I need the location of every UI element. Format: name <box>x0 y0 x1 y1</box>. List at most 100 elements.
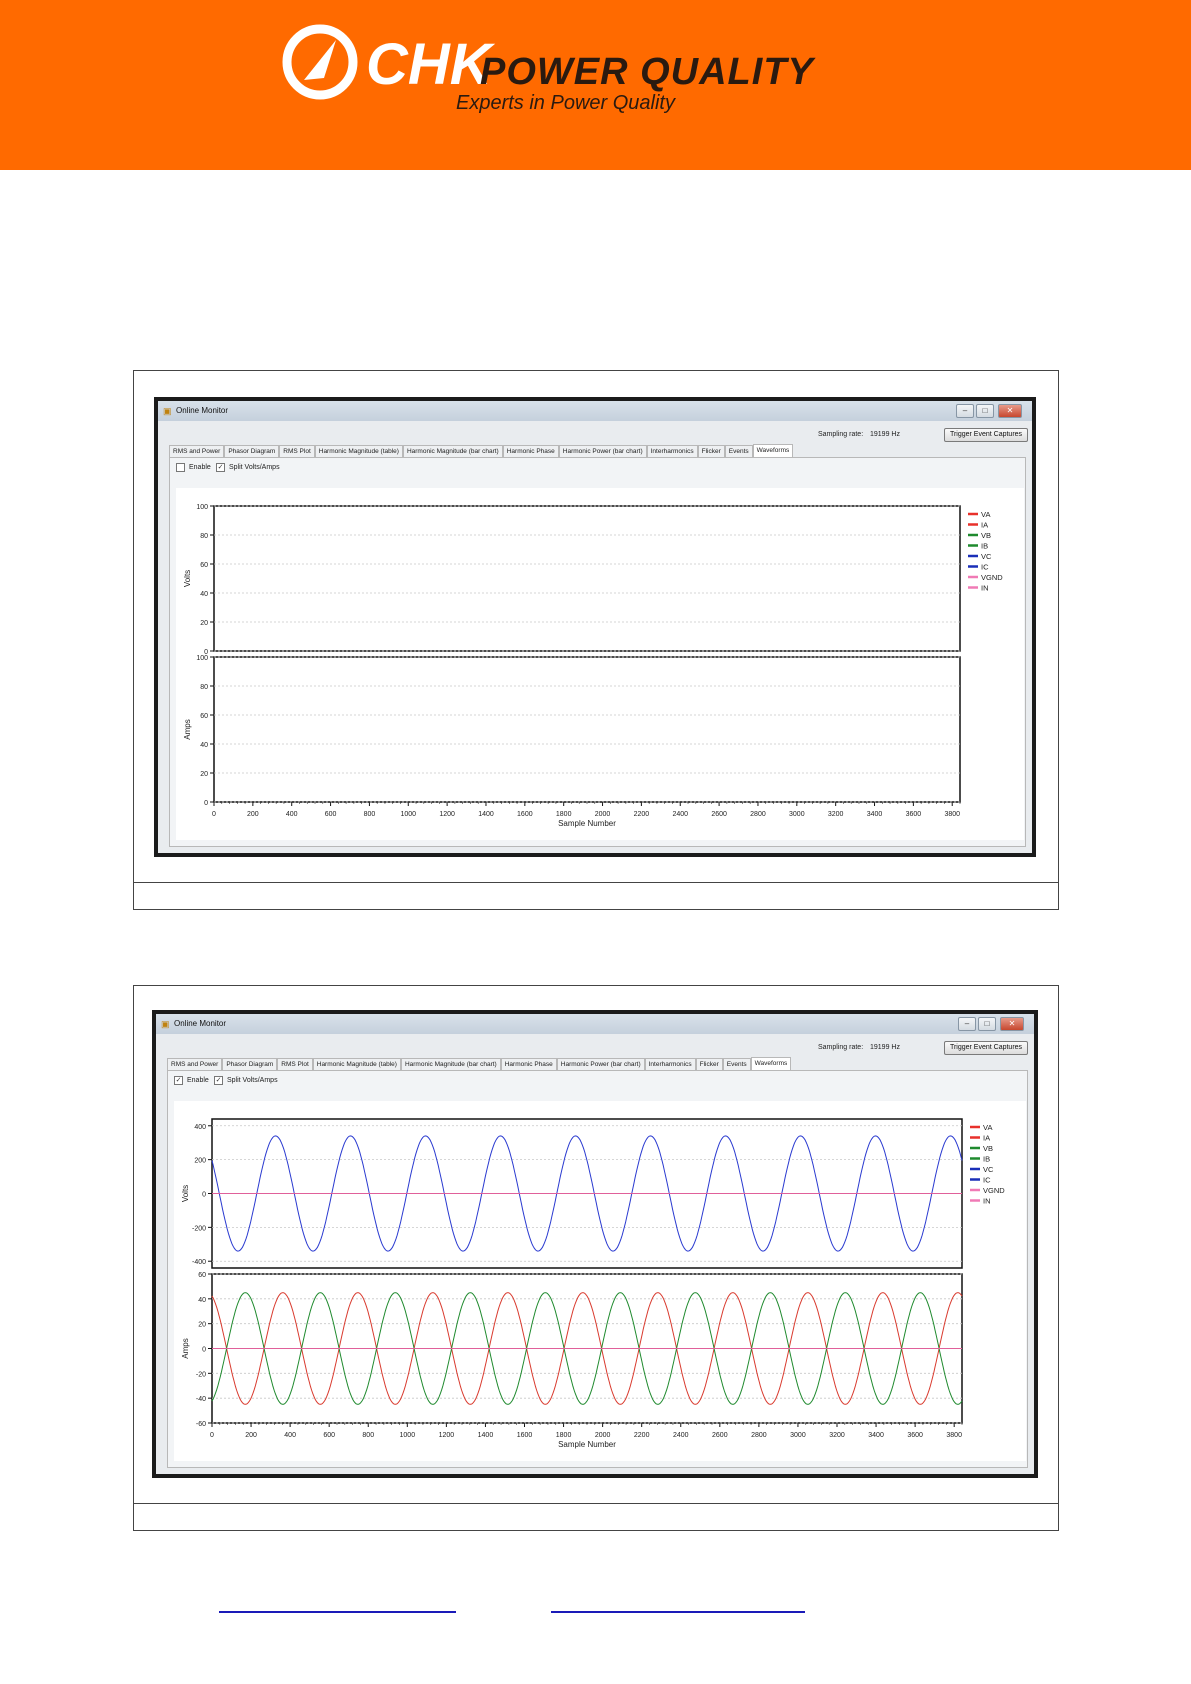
figure-caption-1 <box>134 882 1058 909</box>
tab-waveforms[interactable]: Waveforms <box>750 1057 792 1070</box>
panel-frame-1 <box>213 656 961 803</box>
tab-harmonic-magnitude-bar[interactable]: Harmonic Magnitude (bar chart) <box>402 445 503 457</box>
tab-phasor-diagram[interactable]: Phasor Diagram <box>222 1058 278 1070</box>
y-tick-label: 60 <box>198 1272 206 1279</box>
sampling-rate-label: Sampling rate: <box>818 1044 864 1051</box>
split-checkbox-box[interactable]: ✓ <box>216 463 225 472</box>
enable-checkbox[interactable]: Enable <box>176 463 211 472</box>
panel-frame-0 <box>213 505 961 652</box>
split-volts-amps-checkbox[interactable]: ✓ Split Volts/Amps <box>214 1076 278 1085</box>
x-tick-label: 0 <box>212 811 216 818</box>
y-tick-label: 60 <box>200 562 208 569</box>
window-titlebar[interactable]: ▣ Online Monitor – □ ✕ <box>158 401 1032 421</box>
x-axis-label: Sample Number <box>558 1440 616 1449</box>
minimize-icon[interactable]: – <box>956 404 974 418</box>
legend-label-IB: IB <box>983 1155 990 1164</box>
tab-harmonic-power-bar[interactable]: Harmonic Power (bar chart) <box>556 1058 645 1070</box>
tab-harmonic-phase[interactable]: Harmonic Phase <box>502 445 559 457</box>
y-tick-label: 100 <box>196 655 208 662</box>
app-window-2: ▣ Online Monitor – □ ✕ Sampling rate: 19… <box>152 1010 1038 1478</box>
x-tick-label: 0 <box>210 1432 214 1439</box>
tab-rms-plot[interactable]: RMS Plot <box>277 1058 313 1070</box>
tab-bar: RMS and Power Phasor Diagram RMS Plot Ha… <box>169 444 794 457</box>
tab-harmonic-phase[interactable]: Harmonic Phase <box>500 1058 557 1070</box>
y-tick-label: 80 <box>200 533 208 540</box>
close-icon[interactable]: ✕ <box>1000 1017 1024 1031</box>
y-axis-label: Volts <box>181 1185 190 1202</box>
legend-label-VC: VC <box>981 552 992 561</box>
x-tick-label: 1400 <box>478 811 494 818</box>
maximize-icon[interactable]: □ <box>978 1017 996 1031</box>
enable-checkbox-box[interactable]: ✓ <box>174 1076 183 1085</box>
x-tick-label: 1200 <box>439 811 455 818</box>
enable-checkbox[interactable]: ✓ Enable <box>174 1076 209 1085</box>
x-tick-label: 2200 <box>634 1432 650 1439</box>
tab-flicker[interactable]: Flicker <box>697 445 725 457</box>
tab-harmonic-magnitude-table[interactable]: Harmonic Magnitude (table) <box>312 1058 401 1070</box>
split-checkbox-box[interactable]: ✓ <box>214 1076 223 1085</box>
waveforms-panel: Enable ✓ Split Volts/Amps 0 20 40 60 80 100 Vo… <box>169 457 1026 847</box>
maximize-icon[interactable]: □ <box>976 404 994 418</box>
trigger-event-captures-button[interactable]: Trigger Event Captures <box>944 1041 1028 1055</box>
y-tick-label: 0 <box>202 1192 206 1199</box>
y-tick-label: 40 <box>200 742 208 749</box>
tab-waveforms[interactable]: Waveforms <box>752 444 794 457</box>
close-icon[interactable]: ✕ <box>998 404 1022 418</box>
x-tick-label: 1600 <box>517 1432 533 1439</box>
footer-link-2[interactable] <box>551 1611 805 1613</box>
legend-label-VGND: VGND <box>981 573 1003 582</box>
window-title: Online Monitor <box>174 1019 227 1028</box>
x-tick-label: 2400 <box>673 1432 689 1439</box>
app-window-1: ▣ Online Monitor – □ ✕ Sampling rate: 19… <box>154 397 1036 857</box>
x-tick-label: 1800 <box>556 1432 572 1439</box>
tab-phasor-diagram[interactable]: Phasor Diagram <box>224 445 280 457</box>
legend-label-VA: VA <box>983 1123 992 1132</box>
x-tick-label: 3200 <box>829 1432 845 1439</box>
legend-label-VB: VB <box>981 531 991 540</box>
x-tick-label: 400 <box>284 1432 296 1439</box>
tab-events[interactable]: Events <box>722 1058 751 1070</box>
window-titlebar[interactable]: ▣ Online Monitor – □ ✕ <box>156 1014 1034 1034</box>
x-tick-label: 2600 <box>712 1432 728 1439</box>
x-tick-label: 800 <box>362 1432 374 1439</box>
x-tick-label: 2400 <box>672 811 688 818</box>
x-tick-label: 200 <box>245 1432 257 1439</box>
x-tick-label: 3600 <box>907 1432 923 1439</box>
tab-interharmonics[interactable]: Interharmonics <box>646 445 698 457</box>
x-tick-label: 3400 <box>868 1432 884 1439</box>
tab-events[interactable]: Events <box>724 445 753 457</box>
trigger-event-captures-button[interactable]: Trigger Event Captures <box>944 428 1028 442</box>
tab-rms-and-power[interactable]: RMS and Power <box>167 1058 223 1070</box>
tab-rms-plot[interactable]: RMS Plot <box>279 445 315 457</box>
legend-label-IN: IN <box>981 584 989 593</box>
chk-logo: CHK POWER QUALITY Experts in Power Quali… <box>282 24 816 114</box>
x-tick-label: 2800 <box>750 811 766 818</box>
window-title: Online Monitor <box>176 406 229 415</box>
x-tick-label: 3800 <box>944 811 960 818</box>
y-tick-label: -40 <box>196 1396 206 1403</box>
figure-caption-2 <box>134 1503 1058 1530</box>
x-tick-label: 1000 <box>400 811 416 818</box>
x-tick-label: 3200 <box>828 811 844 818</box>
figure-box-2: ▣ Online Monitor – □ ✕ Sampling rate: 19… <box>133 985 1059 1531</box>
y-tick-label: -20 <box>196 1371 206 1378</box>
tab-rms-and-power[interactable]: RMS and Power <box>169 445 225 457</box>
y-axis-label: Amps <box>181 1338 190 1358</box>
tab-interharmonics[interactable]: Interharmonics <box>644 1058 696 1070</box>
minimize-icon[interactable]: – <box>958 1017 976 1031</box>
tab-harmonic-power-bar[interactable]: Harmonic Power (bar chart) <box>558 445 647 457</box>
tab-flicker[interactable]: Flicker <box>695 1058 723 1070</box>
x-tick-label: 3000 <box>790 1432 806 1439</box>
sampling-rate-value: 19199 Hz <box>870 431 900 438</box>
sampling-rate-value: 19199 Hz <box>870 1044 900 1051</box>
x-tick-label: 600 <box>323 1432 335 1439</box>
split-volts-amps-checkbox[interactable]: ✓ Split Volts/Amps <box>216 463 280 472</box>
footer-link-1[interactable] <box>219 1611 456 1613</box>
tab-harmonic-magnitude-table[interactable]: Harmonic Magnitude (table) <box>314 445 403 457</box>
x-tick-label: 3600 <box>906 811 922 818</box>
x-tick-label: 200 <box>247 811 259 818</box>
logo-chk-text: CHK <box>366 32 496 97</box>
legend-label-VGND: VGND <box>983 1186 1005 1195</box>
tab-harmonic-magnitude-bar[interactable]: Harmonic Magnitude (bar chart) <box>400 1058 501 1070</box>
enable-checkbox-box[interactable] <box>176 463 185 472</box>
